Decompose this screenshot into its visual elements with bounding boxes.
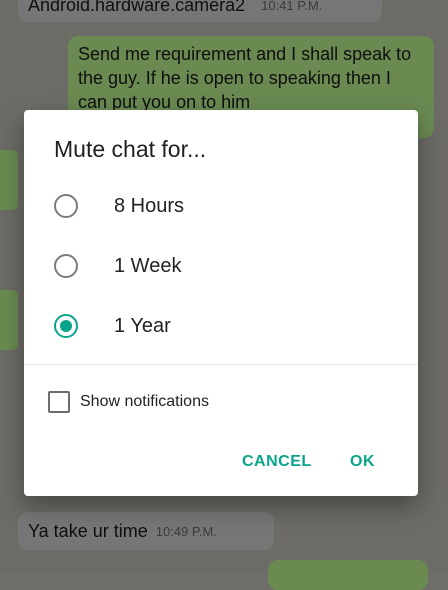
option-1-year[interactable]: 1 Year xyxy=(54,298,394,354)
option-label-8-hours: 8 Hours xyxy=(114,194,185,217)
chat-edge-strip xyxy=(0,290,18,350)
divider xyxy=(24,364,418,365)
message-bubble-partial xyxy=(268,560,428,590)
option-label-1-year: 1 Year xyxy=(114,314,171,337)
cancel-button[interactable]: CANCEL xyxy=(242,453,312,471)
dialog-title: Mute chat for... xyxy=(54,136,207,162)
checkbox-icon[interactable] xyxy=(48,391,70,413)
message-time: 10:49 P.M. xyxy=(155,523,217,539)
radio-8-hours-icon[interactable] xyxy=(54,194,78,218)
option-1-week[interactable]: 1 Week xyxy=(54,238,394,294)
show-notifications-checkbox-row[interactable]: Show notifications xyxy=(48,391,209,413)
message-bubble-incoming: Ya take ur time 10:49 P.M. xyxy=(18,512,274,550)
message-text: Send me requirement and I shall speak to… xyxy=(78,44,412,112)
checkbox-label: Show notifications xyxy=(80,393,209,410)
radio-1-week-icon[interactable] xyxy=(54,254,78,278)
option-label-1-week: 1 Week xyxy=(114,254,182,277)
option-8-hours[interactable]: 8 Hours xyxy=(54,178,394,234)
message-text: Android.hardware.camera2 xyxy=(28,0,246,15)
mute-chat-dialog: Mute chat for... 8 Hours 1 Week 1 Year S… xyxy=(24,110,418,496)
message-bubble-incoming: Android.hardware.camera2 10:41 P.M. xyxy=(18,0,382,22)
chat-edge-strip xyxy=(0,150,18,210)
message-time: 10:41 P.M. xyxy=(261,0,323,13)
message-text: Ya take ur time xyxy=(28,521,148,541)
radio-1-year-icon[interactable] xyxy=(54,314,78,338)
radio-selected-dot xyxy=(60,320,72,332)
ok-button[interactable]: OK xyxy=(350,453,375,471)
